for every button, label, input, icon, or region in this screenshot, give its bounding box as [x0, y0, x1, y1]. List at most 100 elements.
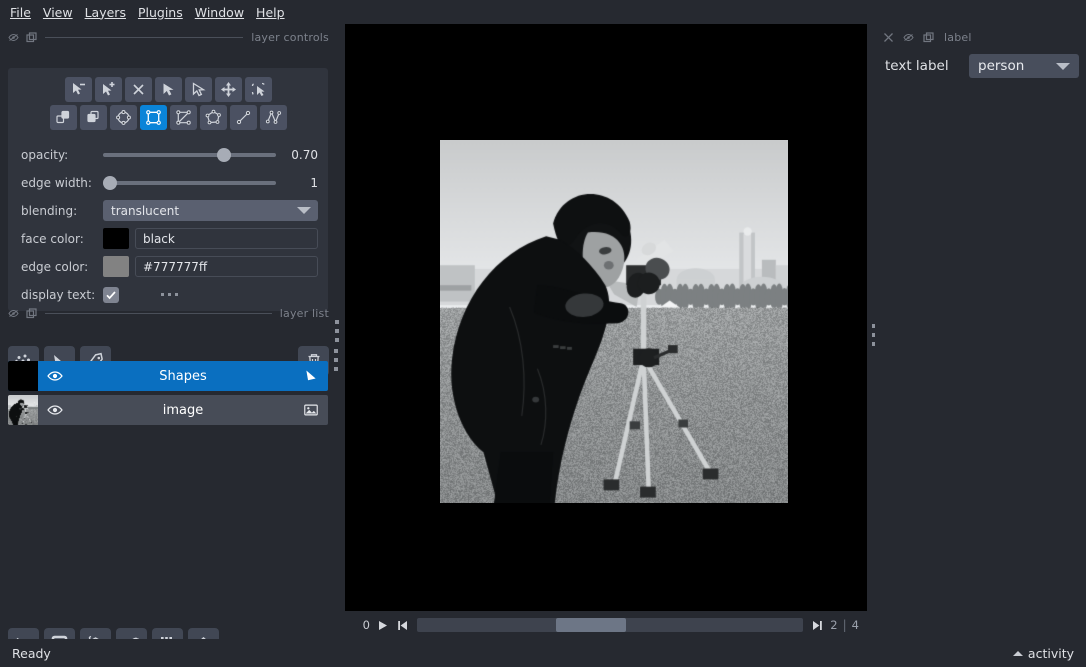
edge-width-track [103, 181, 276, 185]
napari-window: File View Layers Plugins Window Help lay… [0, 0, 1086, 667]
transform-tool[interactable] [245, 77, 272, 102]
opacity-value: 0.70 [276, 148, 318, 162]
layer-controls-header: layer controls [0, 28, 337, 46]
menubar: File View Layers Plugins Window Help [0, 0, 1086, 24]
close-icon[interactable] [883, 32, 894, 43]
opacity-handle[interactable] [217, 148, 231, 162]
layer-visibility-toggle[interactable] [38, 402, 72, 418]
add-ellipse-tool[interactable] [110, 105, 137, 130]
table-row[interactable]: image [8, 395, 328, 425]
activity-label: activity [1028, 646, 1074, 661]
skip-previous-icon [396, 619, 409, 632]
face-color-row: face color: black [21, 227, 318, 250]
edge-width-handle[interactable] [103, 176, 117, 190]
text-label-value: person [978, 58, 1024, 74]
layer-thumbnail [8, 361, 38, 391]
popout-icon[interactable] [26, 308, 37, 319]
opacity-row: opacity: 0.70 [21, 143, 318, 166]
layer-controls-title: layer controls [251, 31, 329, 44]
opacity-track [103, 153, 276, 157]
add-rectangle-tool[interactable] [140, 105, 167, 130]
text-label-row: text label person [875, 46, 1086, 78]
last-frame-button[interactable] [810, 618, 825, 633]
menu-view[interactable]: View [43, 3, 85, 22]
layer-list-header: layer list [0, 304, 337, 322]
menu-window[interactable]: Window [195, 3, 256, 22]
float-icon[interactable] [8, 32, 19, 43]
menu-help[interactable]: Help [256, 3, 297, 22]
move-front-tool[interactable] [80, 105, 107, 130]
float-icon[interactable] [903, 32, 914, 43]
move-back-tool[interactable] [50, 105, 77, 130]
opacity-label: opacity: [21, 148, 103, 162]
edge-width-value: 1 [276, 176, 318, 190]
layer-controls-panel: opacity: 0.70 edge width: 1 blending: tr… [8, 68, 328, 311]
delete-shape-tool[interactable] [125, 77, 152, 102]
shape-tools-row-2 [8, 102, 328, 130]
eye-icon [47, 402, 63, 418]
layer-list-title: layer list [280, 307, 329, 320]
left-dock-splitter-handle[interactable] [335, 320, 339, 342]
layer-name[interactable]: Shapes [72, 369, 294, 384]
edge-color-swatch[interactable] [103, 256, 129, 277]
select-subtract-tool[interactable] [65, 77, 92, 102]
layer-visibility-toggle[interactable] [38, 368, 72, 384]
viewer-canvas[interactable] [345, 24, 867, 611]
menu-layers[interactable]: Layers [85, 3, 138, 22]
add-path-tool[interactable] [260, 105, 287, 130]
edge-width-row: edge width: 1 [21, 171, 318, 194]
play-button[interactable] [375, 618, 390, 633]
header-divider [45, 313, 272, 314]
edge-color-input[interactable]: #777777ff [135, 256, 318, 277]
header-divider [45, 37, 243, 38]
face-color-label: face color: [21, 232, 103, 246]
dims-max-value: 4 [852, 618, 859, 632]
blending-value: translucent [111, 204, 179, 218]
blending-row: blending: translucent [21, 199, 318, 222]
menu-file[interactable]: File [10, 3, 43, 22]
dims-slider-handle[interactable] [556, 618, 626, 632]
label-widget-title: label [944, 31, 972, 44]
label-widget-header: label [875, 28, 1086, 46]
shapes-icon [303, 368, 319, 384]
layer-type-icon [294, 368, 328, 384]
layer-thumbnail [8, 395, 38, 425]
dims-current-value: 0 [353, 618, 370, 632]
select-add-tool[interactable] [95, 77, 122, 102]
add-polygon-tool[interactable] [200, 105, 227, 130]
dims-slider-track[interactable] [417, 618, 803, 632]
text-label-select[interactable]: person [969, 54, 1079, 78]
layer-name[interactable]: image [72, 403, 294, 418]
panel-splitter-handle-horizontal[interactable] [161, 293, 178, 296]
chevron-down-icon [297, 207, 311, 214]
display-text-checkbox[interactable] [103, 287, 119, 303]
blending-select[interactable]: translucent [103, 200, 318, 221]
play-icon [376, 619, 389, 632]
pan-zoom-tool[interactable] [215, 77, 242, 102]
face-color-swatch[interactable] [103, 228, 129, 249]
statusbar: Ready activity [0, 639, 1086, 667]
caret-up-icon [1013, 651, 1023, 656]
chevron-down-icon [1056, 63, 1070, 70]
check-icon [105, 289, 117, 301]
popout-icon[interactable] [26, 32, 37, 43]
add-line-tool[interactable] [230, 105, 257, 130]
direct-select-tool[interactable] [155, 77, 182, 102]
select-tool[interactable] [185, 77, 212, 102]
add-polygon-lasso-tool[interactable] [170, 105, 197, 130]
face-color-input[interactable]: black [135, 228, 318, 249]
text-label-caption: text label [885, 58, 969, 74]
menu-plugins[interactable]: Plugins [138, 3, 195, 22]
float-icon[interactable] [8, 308, 19, 319]
first-frame-button[interactable] [395, 618, 410, 633]
opacity-slider[interactable] [103, 146, 276, 164]
activity-button[interactable]: activity [1013, 646, 1074, 661]
popout-icon[interactable] [923, 32, 934, 43]
layer-list-menu-button[interactable] [334, 349, 338, 371]
edge-width-slider[interactable] [103, 174, 276, 192]
table-row[interactable]: Shapes [8, 361, 328, 391]
menu-plugins-label: Plugins [138, 5, 183, 20]
edge-color-label: edge color: [21, 260, 103, 274]
display-text-label: display text: [21, 288, 103, 302]
menu-window-label: Window [195, 5, 244, 20]
